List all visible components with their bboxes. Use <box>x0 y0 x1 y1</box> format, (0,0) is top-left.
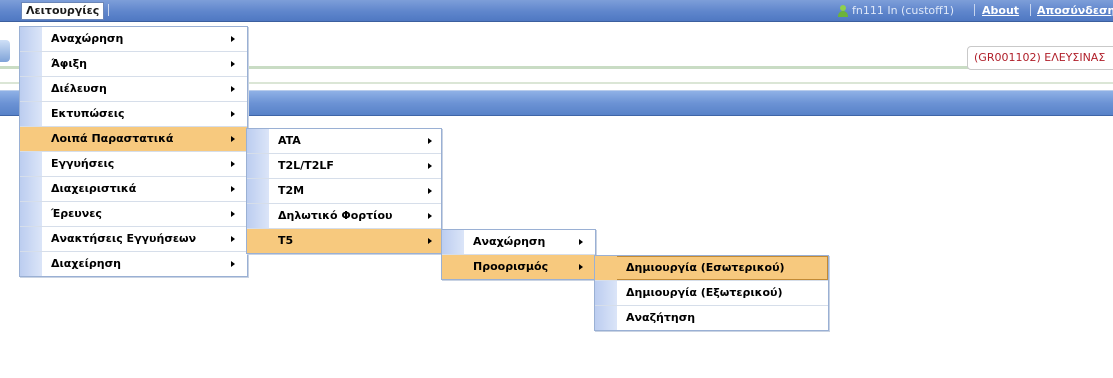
other-docs-menu-item[interactable]: T2M <box>247 179 441 204</box>
submenu-arrow-icon <box>231 211 235 217</box>
destination-menu-item[interactable]: Δημιουργία (Εξωτερικού) <box>595 281 828 306</box>
logout-link[interactable]: Αποσύνδεση <box>1037 4 1113 17</box>
submenu-arrow-icon <box>231 86 235 92</box>
other-docs-menu-item[interactable]: T2L/T2LF <box>247 154 441 179</box>
submenu-arrow-icon <box>579 264 583 270</box>
other-docs-menu-item-label: ATA <box>278 134 301 147</box>
functions-menu: Αναχώρηση Άφιξη Διέλευση Εκτυπώσεις Λοιπά Πα… <box>19 26 248 277</box>
main-menu-item[interactable]: Έρευνες <box>20 202 247 227</box>
submenu-arrow-icon <box>428 238 432 244</box>
main-menu-item-label: Εγγυήσεις <box>51 157 115 170</box>
main-menu-item-label: Διέλευση <box>51 82 107 95</box>
main-menu-item[interactable]: Εγγυήσεις <box>20 152 247 177</box>
other-docs-menu-item[interactable]: Δηλωτικό Φορτίου <box>247 204 441 229</box>
main-menu-item[interactable]: Άφιξη <box>20 52 247 77</box>
main-menu-item[interactable]: Διαχείρηση <box>20 252 247 276</box>
other-docs-menu-item[interactable]: ATA <box>247 129 441 154</box>
t5-menu-item[interactable]: Αναχώρηση <box>442 230 595 255</box>
submenu-arrow-icon <box>231 61 235 67</box>
t5-menu-item-label: Προορισμός <box>473 260 549 273</box>
menu-icon-strip <box>247 154 269 178</box>
user-info: fn111 In (custoff1) <box>837 4 954 17</box>
main-menu-item[interactable]: Διέλευση <box>20 77 247 102</box>
submenu-arrow-icon <box>428 163 432 169</box>
menu-icon-strip <box>247 229 269 253</box>
t5-submenu: Αναχώρηση Προορισμός <box>441 229 596 280</box>
main-menu-item-label: Αναχώρηση <box>51 32 124 45</box>
other-docs-menu-item-label: T2M <box>278 184 305 197</box>
destination-menu-item[interactable]: Δημιουργία (Εσωτερικού) <box>595 256 828 281</box>
main-menu-item-label: Διαχείρηση <box>51 257 121 270</box>
submenu-arrow-icon <box>428 213 432 219</box>
other-docs-menu-item-label: T5 <box>278 234 294 247</box>
menu-icon-strip <box>20 202 42 226</box>
destination-menu-item[interactable]: Αναζήτηση <box>595 306 828 330</box>
menu-icon-strip <box>20 252 42 276</box>
menubar-divider <box>974 4 975 16</box>
menu-icon-strip <box>595 256 617 280</box>
menubar-divider <box>108 4 109 16</box>
destination-menu-item-label: Αναζήτηση <box>626 311 696 324</box>
menubar-divider <box>1030 4 1031 16</box>
main-menu-item[interactable]: Αναχώρηση <box>20 27 247 52</box>
menu-icon-strip <box>20 227 42 251</box>
submenu-arrow-icon <box>428 138 432 144</box>
submenu-arrow-icon <box>428 188 432 194</box>
menu-icon-strip <box>20 52 42 76</box>
main-menu-item-label: Ανακτήσεις Εγγυήσεων <box>51 232 197 245</box>
customs-office-badge: (GR001102) ΕΛΕΥΣΙΝΑΣ <box>967 46 1113 70</box>
other-docs-menu-item[interactable]: T5 <box>247 229 441 253</box>
submenu-arrow-icon <box>231 161 235 167</box>
menu-icon-strip <box>247 204 269 228</box>
menu-icon-strip <box>595 306 617 330</box>
main-menu-item[interactable]: Διαχειριστικά <box>20 177 247 202</box>
menu-icon-strip <box>20 77 42 101</box>
app-logo-icon <box>0 40 10 62</box>
submenu-arrow-icon <box>579 239 583 245</box>
menu-icon-strip <box>442 230 464 254</box>
destination-submenu: Δημιουργία (Εσωτερικού) Δημιουργία (Εξωτε… <box>594 255 829 331</box>
t5-menu-item[interactable]: Προορισμός <box>442 255 595 279</box>
other-documents-submenu: ATA T2L/T2LF T2M Δηλωτικό Φορτίου T5 <box>246 128 442 254</box>
other-docs-menu-item-label: T2L/T2LF <box>278 159 334 172</box>
submenu-arrow-icon <box>231 186 235 192</box>
destination-menu-item-label: Δημιουργία (Εσωτερικού) <box>626 261 785 274</box>
about-link[interactable]: About <box>982 4 1019 17</box>
main-menu-item-label: Έρευνες <box>51 207 102 220</box>
main-menu-item-label: Λοιπά Παραστατικά <box>51 132 174 145</box>
menu-icon-strip <box>20 27 42 51</box>
menu-functions-button[interactable]: Λειτουργίες <box>21 2 105 20</box>
submenu-arrow-icon <box>231 36 235 42</box>
menu-icon-strip <box>247 129 269 153</box>
main-menu-item[interactable]: Εκτυπώσεις <box>20 102 247 127</box>
other-docs-menu-item-label: Δηλωτικό Φορτίου <box>278 209 393 222</box>
menu-icon-strip <box>20 152 42 176</box>
main-menu-item-label: Διαχειριστικά <box>51 182 137 195</box>
main-menu-item[interactable]: Ανακτήσεις Εγγυήσεων <box>20 227 247 252</box>
menu-icon-strip <box>20 177 42 201</box>
main-menu-item[interactable]: Λοιπά Παραστατικά <box>20 127 247 152</box>
menu-icon-strip <box>20 102 42 126</box>
submenu-arrow-icon <box>231 136 235 142</box>
menu-icon-strip <box>247 179 269 203</box>
destination-menu-item-label: Δημιουργία (Εξωτερικού) <box>626 286 783 299</box>
submenu-arrow-icon <box>231 236 235 242</box>
app-root: Λειτουργίες fn111 In (custoff1) About Απ… <box>0 0 1113 378</box>
submenu-arrow-icon <box>231 111 235 117</box>
top-menubar: Λειτουργίες fn111 In (custoff1) About Απ… <box>0 0 1113 22</box>
main-menu-item-label: Εκτυπώσεις <box>51 107 125 120</box>
menu-icon-strip <box>595 281 617 305</box>
user-label: fn111 In (custoff1) <box>852 4 955 17</box>
menu-icon-strip <box>442 255 464 279</box>
submenu-arrow-icon <box>231 261 235 267</box>
user-icon <box>837 4 849 17</box>
menu-icon-strip <box>20 127 42 151</box>
main-menu-item-label: Άφιξη <box>51 57 87 70</box>
t5-menu-item-label: Αναχώρηση <box>473 235 546 248</box>
